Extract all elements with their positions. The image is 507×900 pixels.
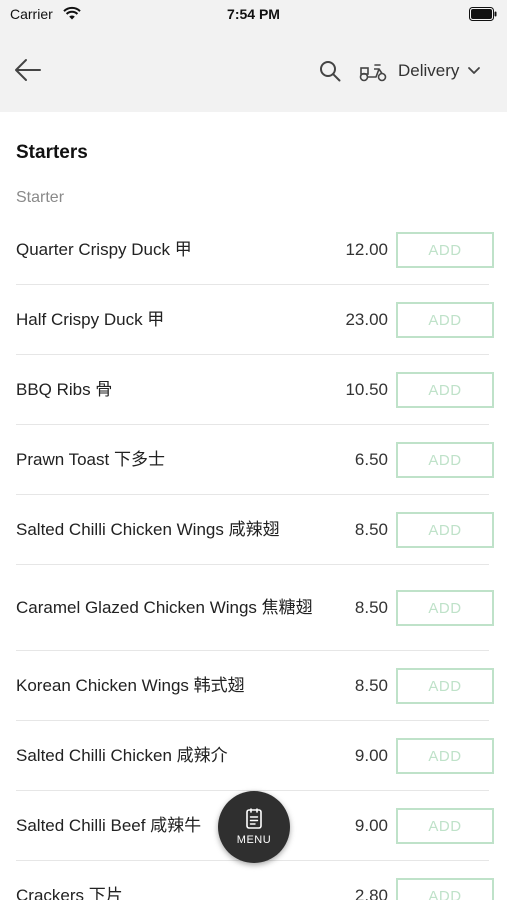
add-button[interactable]: ADD [396,512,494,548]
menu-content[interactable]: Starters Starter Quarter Crispy Duck 甲 1… [0,112,507,900]
add-button[interactable]: ADD [396,808,494,844]
battery-icon [469,7,497,21]
menu-item[interactable]: Prawn Toast 下多士 6.50 ADD [0,425,507,495]
menu-item[interactable]: Half Crispy Duck 甲 23.00 ADD [0,285,507,355]
status-time: 7:54 PM [227,6,280,22]
section-title: Starters [16,142,88,163]
category-title: Starter [16,189,65,206]
menu-item[interactable]: Caramel Glazed Chicken Wings 焦糖翅 8.50 AD… [0,565,507,651]
search-icon[interactable] [319,60,341,82]
item-name: Salted Chilli Chicken 咸辣介 [16,746,228,765]
delivery-label: Delivery [398,61,460,80]
item-price: 12.00 [345,240,388,259]
scooter-icon [359,64,387,82]
item-name: Caramel Glazed Chicken Wings 焦糖翅 [16,598,313,617]
menu-item[interactable]: Korean Chicken Wings 韩式翅 8.50 ADD [0,651,507,721]
item-price: 9.00 [354,816,388,835]
item-name: Prawn Toast 下多士 [16,450,165,469]
item-name: Salted Chilli Chicken Wings 咸辣翅 [16,520,280,539]
item-name: BBQ Ribs 骨 [16,380,113,399]
add-button[interactable]: ADD [396,878,494,900]
chevron-down-icon [468,67,481,74]
menu-item[interactable]: Crackers 下片 2.80 ADD [0,861,507,900]
item-name: Quarter Crispy Duck 甲 [16,240,192,259]
menu-item[interactable]: Salted Chilli Chicken Wings 咸辣翅 8.50 ADD [0,495,507,565]
item-name: Half Crispy Duck 甲 [16,310,165,329]
item-price: 2.80 [354,886,388,900]
menu-button[interactable]: MENU [218,791,290,863]
item-price: 8.50 [354,520,388,539]
menu-item[interactable]: Salted Chilli Chicken 咸辣介 9.00 ADD [0,721,507,791]
menu-label: MENU [236,834,272,846]
add-button[interactable]: ADD [396,738,494,774]
item-price: 23.00 [345,310,388,329]
item-name: Korean Chicken Wings 韩式翅 [16,676,245,695]
add-button[interactable]: ADD [396,372,494,408]
status-bar: Carrier 7:54 PM [0,0,507,30]
add-button[interactable]: ADD [396,302,494,338]
menu-item[interactable]: Quarter Crispy Duck 甲 12.00 ADD [0,215,507,285]
item-price: 9.00 [354,746,388,765]
item-name: Crackers 下片 [16,886,123,900]
item-price: 6.50 [354,450,388,469]
menu-icon [246,808,262,829]
add-button[interactable]: ADD [396,442,494,478]
back-icon[interactable] [14,58,42,82]
add-button[interactable]: ADD [396,590,494,626]
item-price: 10.50 [345,380,388,399]
delivery-selector[interactable]: Delivery [358,56,481,86]
header-bar: Delivery [0,30,507,112]
item-price: 8.50 [354,676,388,695]
menu-item[interactable]: BBQ Ribs 骨 10.50 ADD [0,355,507,425]
add-button[interactable]: ADD [396,668,494,704]
add-button[interactable]: ADD [396,232,494,268]
item-price: 8.50 [354,598,388,617]
